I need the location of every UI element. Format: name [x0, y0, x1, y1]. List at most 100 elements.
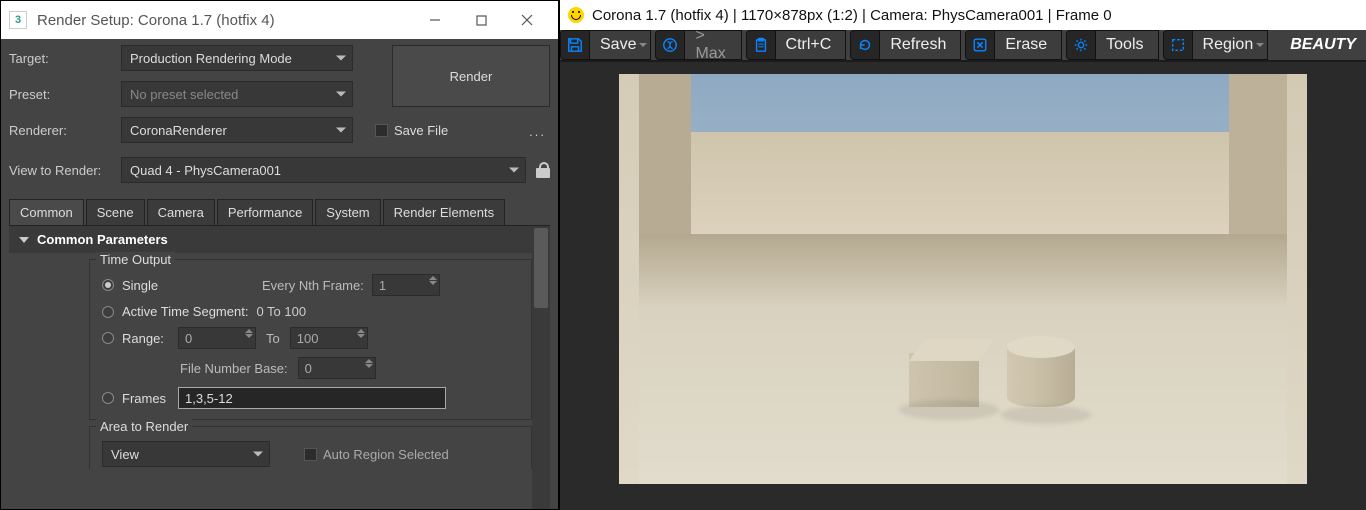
tab-common[interactable]: Common	[9, 199, 84, 225]
preset-label: Preset:	[9, 87, 121, 102]
target-label: Target:	[9, 51, 121, 66]
area-view-dropdown[interactable]: View	[102, 441, 270, 467]
range-to-spinner[interactable]: 100	[290, 327, 368, 349]
range-label: Range:	[122, 331, 178, 346]
copy-group: Ctrl+C	[746, 30, 847, 60]
chevron-down-icon	[253, 452, 263, 457]
max-group: > Max	[655, 30, 741, 60]
app-icon: 3	[9, 11, 27, 29]
view-label: View to Render:	[9, 163, 121, 178]
region-icon[interactable]	[1163, 30, 1193, 60]
tools-icon[interactable]	[1066, 30, 1096, 60]
active-segment-value: 0 To 100	[256, 304, 306, 319]
titlebar[interactable]: 3 Render Setup: Corona 1.7 (hotfix 4)	[1, 1, 558, 39]
view-dropdown[interactable]: Quad 4 - PhysCamera001	[121, 157, 526, 183]
to-max-icon[interactable]	[655, 30, 685, 60]
tab-render-elements[interactable]: Render Elements	[383, 199, 505, 225]
render-image	[619, 74, 1307, 484]
panel-header[interactable]: Common Parameters ⠿	[9, 226, 550, 253]
save-file-label: Save File	[394, 123, 448, 138]
close-button[interactable]	[504, 1, 550, 39]
erase-group: Erase	[965, 30, 1062, 60]
time-output-legend: Time Output	[96, 252, 175, 267]
copy-button[interactable]: Ctrl+C	[776, 30, 847, 60]
every-nth-label: Every Nth Frame:	[262, 278, 364, 293]
tab-scene[interactable]: Scene	[86, 199, 145, 225]
single-radio[interactable]	[102, 279, 114, 291]
split-chevron-icon	[1256, 43, 1264, 47]
view-value: Quad 4 - PhysCamera001	[130, 163, 281, 178]
to-max-button[interactable]: > Max	[685, 30, 741, 60]
vfb-titlebar[interactable]: Corona 1.7 (hotfix 4) | 1170×878px (1:2)…	[560, 0, 1366, 30]
refresh-icon[interactable]	[850, 30, 880, 60]
active-segment-radio[interactable]	[102, 306, 114, 318]
range-radio[interactable]	[102, 332, 114, 344]
chevron-down-icon	[336, 56, 346, 61]
vfb-viewport[interactable]	[560, 62, 1366, 510]
renderer-value: CoronaRenderer	[130, 123, 227, 138]
save-file-browse[interactable]: ...	[529, 121, 550, 139]
range-from-spinner[interactable]: 0	[178, 327, 256, 349]
renderer-dropdown[interactable]: CoronaRenderer	[121, 117, 353, 143]
tab-system[interactable]: System	[315, 199, 380, 225]
file-number-base-label: File Number Base:	[180, 361, 288, 376]
chevron-down-icon	[336, 128, 346, 133]
maximize-button[interactable]	[458, 1, 504, 39]
active-segment-label: Active Time Segment:	[122, 304, 248, 319]
vfb-toolbar: Save > Max Ctrl+C Refresh Erase	[560, 30, 1366, 62]
refresh-group: Refresh	[850, 30, 961, 60]
render-cylinder	[1007, 336, 1075, 414]
range-to-label: To	[266, 331, 280, 346]
panel-title: Common Parameters	[37, 232, 168, 247]
render-button[interactable]: Render	[392, 45, 550, 107]
collapse-icon	[19, 237, 29, 243]
scrollbar-thumb[interactable]	[534, 228, 548, 308]
erase-icon[interactable]	[965, 30, 995, 60]
render-cube	[909, 339, 979, 407]
chevron-down-icon	[509, 168, 519, 173]
tools-group: Tools	[1066, 30, 1158, 60]
common-panel: Common Parameters ⠿ Time Output Single E…	[9, 226, 550, 509]
save-button[interactable]: Save	[590, 30, 651, 60]
render-pass-label[interactable]: BEAUTY	[1280, 30, 1366, 60]
split-chevron-icon	[639, 43, 647, 47]
panel-scrollbar[interactable]	[532, 226, 550, 509]
refresh-button[interactable]: Refresh	[880, 30, 961, 60]
erase-button[interactable]: Erase	[995, 30, 1062, 60]
area-legend: Area to Render	[96, 419, 192, 434]
minimize-button[interactable]	[412, 1, 458, 39]
frames-label: Frames	[122, 391, 178, 406]
auto-region-checkbox[interactable]	[304, 448, 317, 461]
every-nth-spinner[interactable]: 1	[372, 274, 440, 296]
preset-dropdown[interactable]: No preset selected	[121, 81, 353, 107]
region-group: Region	[1163, 30, 1269, 60]
time-output-group: Time Output Single Every Nth Frame: 1 Ac…	[89, 259, 532, 420]
smiley-icon	[568, 7, 584, 23]
tab-performance[interactable]: Performance	[217, 199, 313, 225]
file-number-base-spinner[interactable]: 0	[298, 357, 376, 379]
lock-icon[interactable]	[536, 162, 550, 178]
renderer-label: Renderer:	[9, 123, 121, 138]
single-label: Single	[122, 278, 262, 293]
save-file-checkbox[interactable]	[375, 124, 388, 137]
window-title: Render Setup: Corona 1.7 (hotfix 4)	[37, 12, 412, 29]
render-setup-window: 3 Render Setup: Corona 1.7 (hotfix 4) Ta…	[0, 0, 559, 510]
tabs: Common Scene Camera Performance System R…	[9, 199, 550, 226]
preset-value: No preset selected	[130, 87, 238, 102]
save-icon[interactable]	[560, 30, 590, 60]
target-dropdown[interactable]: Production Rendering Mode	[121, 45, 353, 71]
area-to-render-group: Area to Render View Auto Region Selected	[89, 426, 532, 469]
vfb-title-text: Corona 1.7 (hotfix 4) | 1170×878px (1:2)…	[592, 7, 1112, 24]
save-group: Save	[560, 30, 651, 60]
auto-region-label: Auto Region Selected	[323, 447, 449, 462]
tab-camera[interactable]: Camera	[147, 199, 215, 225]
tools-button[interactable]: Tools	[1096, 30, 1158, 60]
clipboard-icon[interactable]	[746, 30, 776, 60]
target-value: Production Rendering Mode	[130, 51, 292, 66]
frames-input[interactable]: 1,3,5-12	[178, 387, 446, 409]
render-setup-body: Target: Production Rendering Mode Preset…	[1, 39, 558, 509]
vfb-window: Corona 1.7 (hotfix 4) | 1170×878px (1:2)…	[559, 0, 1366, 510]
region-button[interactable]: Region	[1193, 30, 1269, 60]
frames-radio[interactable]	[102, 392, 114, 404]
chevron-down-icon	[336, 92, 346, 97]
